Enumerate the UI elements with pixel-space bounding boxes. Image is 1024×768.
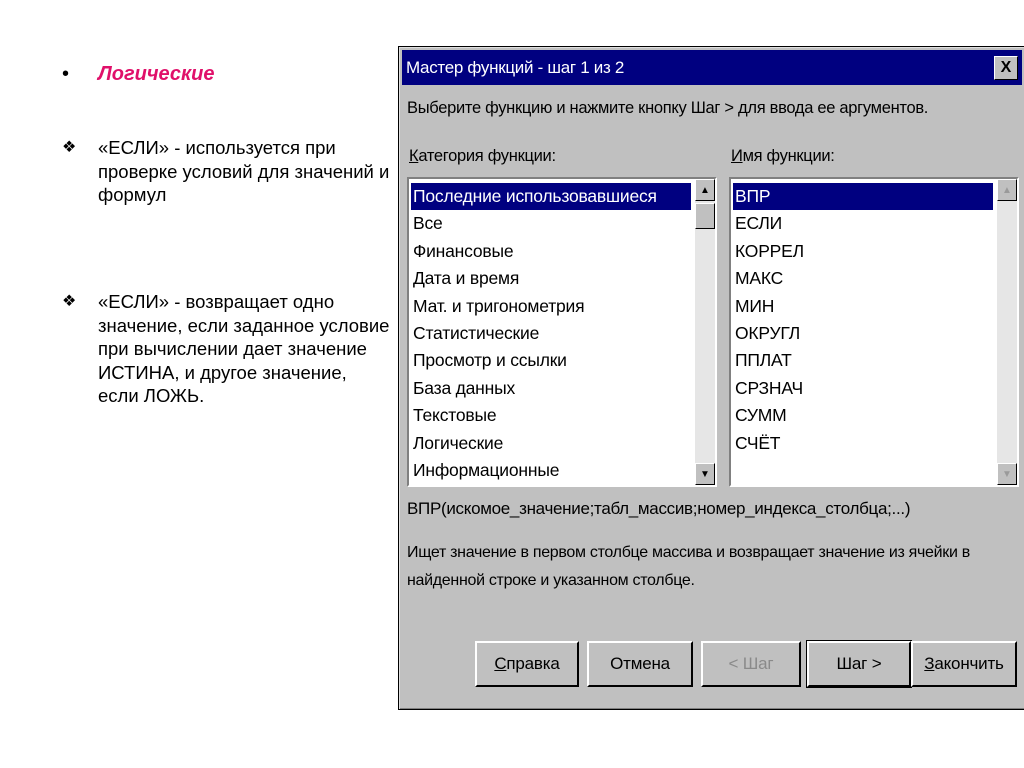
back-button[interactable]: < Шаг: [701, 641, 801, 687]
paragraph-2: ❖ «ЕСЛИ» - возвращает одно значение, есл…: [62, 290, 392, 408]
function-item[interactable]: ЕСЛИ: [733, 210, 993, 237]
category-label: Категория функции:: [409, 147, 556, 165]
category-item[interactable]: Дата и время: [411, 265, 691, 292]
help-button[interactable]: Справка: [475, 641, 579, 687]
category-item[interactable]: Статистические: [411, 320, 691, 347]
function-item[interactable]: ППЛАТ: [733, 347, 993, 374]
function-name-label: Имя функции:: [731, 147, 835, 165]
category-item[interactable]: Все: [411, 210, 691, 237]
function-item[interactable]: СРЗНАЧ: [733, 375, 993, 402]
scrollbar-thumb[interactable]: [695, 203, 715, 229]
category-item[interactable]: Последние использовавшиеся: [411, 183, 691, 211]
category-listbox[interactable]: Последние использовавшиеся Все Финансовые Д…: [407, 177, 717, 487]
heading-bullet-row: • Логические: [62, 60, 214, 88]
finish-button[interactable]: Закончить: [911, 641, 1017, 687]
close-icon: X: [1000, 59, 1012, 76]
function-scrollbar[interactable]: ▲ ▼: [997, 179, 1017, 485]
function-item[interactable]: МАКС: [733, 265, 993, 292]
diamond-bullet-icon: ❖: [62, 139, 77, 156]
close-button[interactable]: X: [994, 56, 1018, 80]
function-wizard-dialog: Мастер функций - шаг 1 из 2 X Выберите ф…: [398, 46, 1024, 710]
diamond-bullet-icon: ❖: [62, 293, 77, 310]
scroll-down-arrow-icon[interactable]: ▼: [695, 463, 715, 485]
scroll-up-arrow-icon[interactable]: ▲: [695, 179, 715, 201]
category-scrollbar[interactable]: ▲ ▼: [695, 179, 715, 485]
function-item[interactable]: СЧЁТ: [733, 430, 993, 457]
paragraph-text: «ЕСЛИ» - используется при проверке услов…: [98, 137, 390, 205]
category-item[interactable]: Мат. и тригонометрия: [411, 293, 691, 320]
category-item[interactable]: Финансовые: [411, 238, 691, 265]
function-item[interactable]: СУММ: [733, 402, 993, 429]
function-syntax: ВПР(искомое_значение;табл_массив;номер_и…: [407, 499, 911, 518]
category-item[interactable]: Просмотр и ссылки: [411, 347, 691, 374]
dialog-title: Мастер функций - шаг 1 из 2: [406, 57, 625, 77]
category-item[interactable]: Логические: [411, 430, 691, 457]
function-name-listbox[interactable]: ВПР ЕСЛИ КОРРЕЛ МАКС МИН ОКРУГЛ ППЛАТ СРЗНАЧ СУМ…: [729, 177, 1019, 487]
category-item[interactable]: Информационные: [411, 457, 691, 484]
category-item[interactable]: База данных: [411, 375, 691, 402]
function-item[interactable]: МИН: [733, 293, 993, 320]
title-bar[interactable]: Мастер функций - шаг 1 из 2 X: [402, 50, 1022, 85]
paragraph-text: «ЕСЛИ» - возвращает одно значение, если …: [98, 291, 390, 406]
category-items: Последние использовавшиеся Все Финансовые Д…: [411, 183, 691, 484]
function-item[interactable]: КОРРЕЛ: [733, 238, 993, 265]
next-button[interactable]: Шаг >: [806, 640, 912, 688]
instruction-text: Выберите функцию и нажмите кнопку Шаг > …: [407, 99, 929, 117]
slide-heading: Логические: [98, 63, 215, 85]
function-description: Ищет значение в первом столбце массива и…: [407, 544, 970, 589]
scroll-up-arrow-icon[interactable]: ▲: [997, 179, 1017, 201]
cancel-button[interactable]: Отмена: [587, 641, 693, 687]
paragraph-1: ❖ «ЕСЛИ» - используется при проверке усл…: [62, 136, 392, 207]
bullet-dot: •: [62, 63, 70, 85]
category-item[interactable]: Текстовые: [411, 402, 691, 429]
function-item[interactable]: ВПР: [733, 183, 993, 211]
scroll-down-arrow-icon[interactable]: ▼: [997, 463, 1017, 485]
function-items: ВПР ЕСЛИ КОРРЕЛ МАКС МИН ОКРУГЛ ППЛАТ СРЗНАЧ СУМ…: [733, 183, 993, 457]
function-item[interactable]: ОКРУГЛ: [733, 320, 993, 347]
